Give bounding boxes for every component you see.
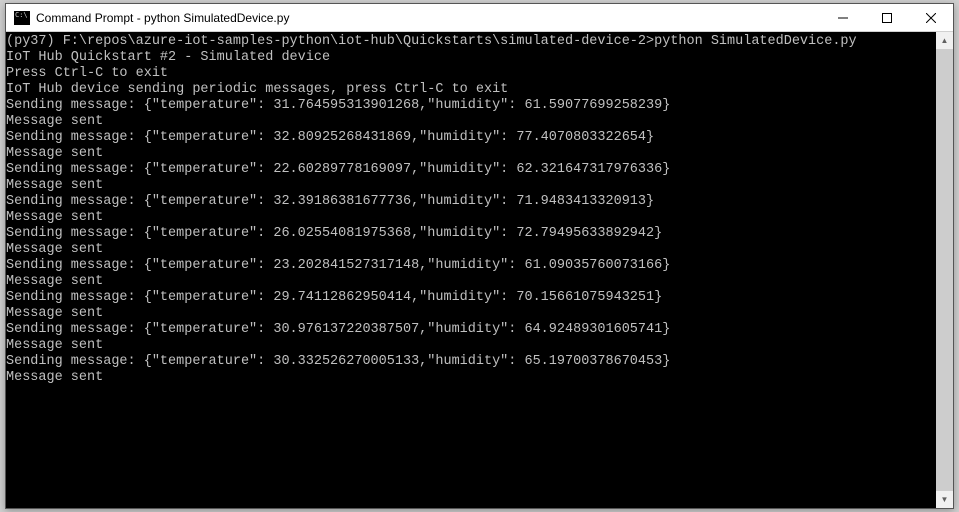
- terminal-line: Sending message: {"temperature": 29.7411…: [6, 290, 936, 306]
- minimize-button[interactable]: [821, 4, 865, 31]
- terminal-output[interactable]: (py37) F:\repos\azure-iot-samples-python…: [6, 32, 936, 508]
- terminal-line: Message sent: [6, 210, 936, 226]
- maximize-button[interactable]: [865, 4, 909, 31]
- scroll-down-arrow[interactable]: ▼: [936, 491, 953, 508]
- window-title: Command Prompt - python SimulatedDevice.…: [36, 11, 821, 25]
- terminal-line: Sending message: {"temperature": 32.8092…: [6, 130, 936, 146]
- terminal-line: IoT Hub Quickstart #2 - Simulated device: [6, 50, 936, 66]
- terminal-line: IoT Hub device sending periodic messages…: [6, 82, 936, 98]
- terminal-line: Message sent: [6, 242, 936, 258]
- terminal-line: Sending message: {"temperature": 30.9761…: [6, 322, 936, 338]
- cmd-icon: [14, 11, 30, 25]
- terminal-line: Sending message: {"temperature": 23.2028…: [6, 258, 936, 274]
- scroll-up-arrow[interactable]: ▲: [936, 32, 953, 49]
- scroll-thumb[interactable]: [936, 49, 953, 491]
- terminal-line: (py37) F:\repos\azure-iot-samples-python…: [6, 34, 936, 50]
- vertical-scrollbar[interactable]: ▲ ▼: [936, 32, 953, 508]
- window-controls: [821, 4, 953, 31]
- terminal-line: Sending message: {"temperature": 22.6028…: [6, 162, 936, 178]
- terminal-line: Sending message: {"temperature": 26.0255…: [6, 226, 936, 242]
- terminal-area: (py37) F:\repos\azure-iot-samples-python…: [6, 32, 953, 508]
- terminal-line: Press Ctrl-C to exit: [6, 66, 936, 82]
- terminal-line: Message sent: [6, 306, 936, 322]
- terminal-line: Sending message: {"temperature": 30.3325…: [6, 354, 936, 370]
- terminal-line: Message sent: [6, 274, 936, 290]
- terminal-line: Sending message: {"temperature": 31.7645…: [6, 98, 936, 114]
- titlebar[interactable]: Command Prompt - python SimulatedDevice.…: [6, 4, 953, 32]
- close-button[interactable]: [909, 4, 953, 31]
- terminal-line: Sending message: {"temperature": 32.3918…: [6, 194, 936, 210]
- terminal-line: Message sent: [6, 178, 936, 194]
- command-prompt-window: Command Prompt - python SimulatedDevice.…: [5, 3, 954, 509]
- terminal-line: Message sent: [6, 370, 936, 386]
- terminal-line: Message sent: [6, 338, 936, 354]
- terminal-line: Message sent: [6, 146, 936, 162]
- terminal-line: Message sent: [6, 114, 936, 130]
